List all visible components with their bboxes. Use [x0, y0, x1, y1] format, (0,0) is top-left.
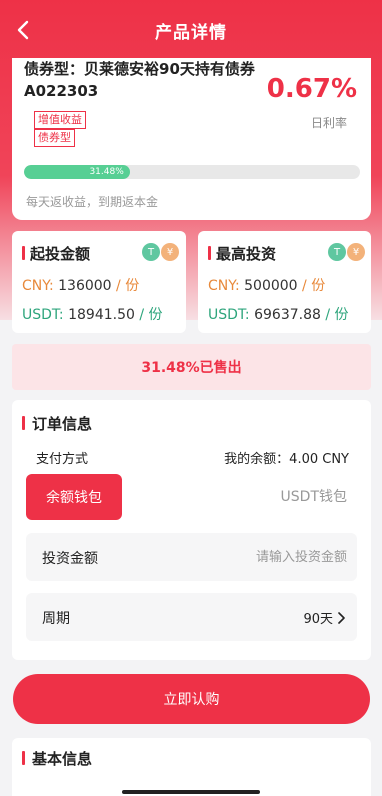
- max-invest-card: 最高投资 T ¥ CNY: 500000 / 份 USDT: 69637.88 …: [198, 231, 371, 333]
- min-invest-title: 起投金额: [22, 243, 90, 264]
- product-card: 债券型：贝莱德安裕90天持有债券A022303 0.67% 日利率 增值收益 债…: [12, 58, 371, 220]
- investment-amount-row: 投资金额: [26, 533, 357, 581]
- cny-coin-icon: ¥: [161, 243, 179, 261]
- sales-progress-text: 31.48%: [89, 167, 124, 177]
- sales-progress-bar: 31.48%: [24, 165, 360, 179]
- min-invest-card: 起投金额 T ¥ CNY: 136000 / 份 USDT: 18941.50 …: [12, 231, 186, 333]
- sales-progress-fill: 31.48%: [24, 165, 130, 179]
- daily-rate-value: 0.67%: [266, 74, 357, 104]
- max-invest-title: 最高投资: [208, 243, 276, 264]
- usdt-coin-icon: T: [142, 243, 160, 261]
- basic-info-card: 基本信息: [12, 738, 371, 796]
- back-arrow-icon[interactable]: [10, 16, 36, 44]
- balance-wallet-button[interactable]: 余额钱包: [26, 474, 122, 520]
- sold-percentage-bar: 31.48%已售出: [12, 344, 371, 390]
- my-balance: 我的余额：4.00 CNY: [224, 452, 349, 467]
- usdt-wallet-button[interactable]: USDT钱包: [281, 486, 347, 506]
- min-invest-cny: CNY: 136000 / 份: [22, 278, 140, 294]
- investment-amount-input[interactable]: [167, 545, 347, 569]
- period-label: 周期: [42, 611, 70, 627]
- sold-percentage-text: 31.48%已售出: [141, 360, 242, 376]
- payment-method-label: 支付方式: [36, 452, 89, 467]
- product-name: 债券型：贝莱德安裕90天持有债券A022303: [24, 60, 255, 100]
- tag-bond-type: 债券型: [34, 129, 75, 147]
- tag-value-added: 增值收益: [34, 111, 86, 129]
- period-value: 90天: [303, 608, 345, 627]
- order-info-title: 订单信息: [22, 413, 92, 434]
- min-invest-usdt: USDT: 18941.50 / 份: [22, 307, 163, 323]
- subscribe-button[interactable]: 立即认购: [13, 674, 370, 724]
- order-info-card: 订单信息 支付方式 我的余额：4.00 CNY 余额钱包 USDT钱包 投资金额…: [12, 400, 371, 660]
- usdt-coin-icon: T: [328, 243, 346, 261]
- max-invest-usdt: USDT: 69637.88 / 份: [208, 307, 349, 323]
- page-title: 产品详情: [155, 22, 227, 43]
- chevron-right-icon: [338, 611, 345, 624]
- cny-coin-icon: ¥: [347, 243, 365, 261]
- daily-rate-label: 日利率: [310, 116, 347, 130]
- return-note: 每天返收益，到期返本金: [26, 195, 159, 209]
- investment-amount-label: 投资金额: [42, 551, 98, 567]
- period-row[interactable]: 周期 90天: [26, 593, 357, 641]
- basic-info-title: 基本信息: [22, 748, 92, 769]
- max-invest-cny: CNY: 500000 / 份: [208, 278, 326, 294]
- nav-bar: 产品详情: [0, 0, 382, 60]
- home-indicator: [122, 790, 260, 794]
